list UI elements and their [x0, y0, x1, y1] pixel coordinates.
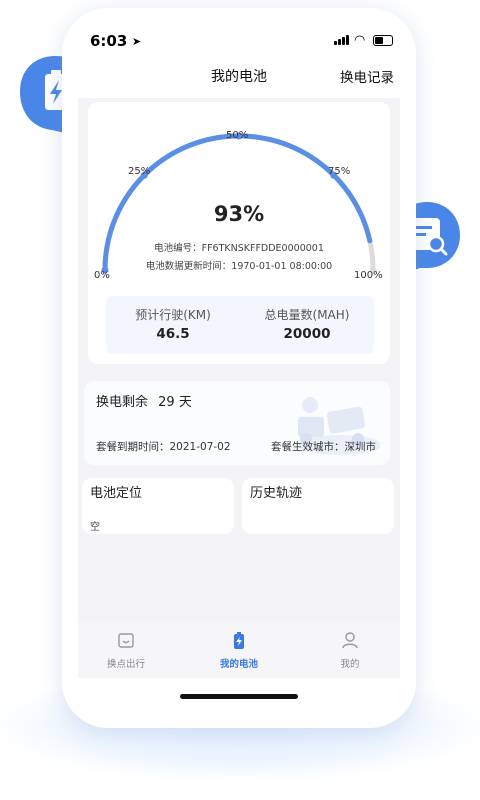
exchange-records-link[interactable]: 换电记录 — [340, 66, 394, 86]
tab-my-battery-label: 我的电池 — [219, 659, 258, 670]
battery-location-title: 电池定位 — [90, 486, 143, 501]
exchange-remaining-value: 29 天 — [158, 395, 192, 410]
history-track-title: 历史轨迹 — [250, 486, 303, 501]
battery-update-time: 电池数据更新时间：1970-01-01 08:00:00 — [145, 261, 333, 272]
stat-range: 预计行驶(KM) 46.5 — [106, 306, 240, 342]
main-content: 0% 25% 50% 75% 100% 93% 电池编号：FF6TKNSKFFD… — [78, 98, 400, 622]
plan-city: 套餐生效城市：深圳市 — [271, 441, 376, 453]
stat-range-value: 46.5 — [156, 326, 190, 342]
tab-bar: 换点出行 我的电池 我的 — [78, 622, 400, 678]
battery-stats: 预计行驶(KM) 46.5 总电量数(MAH) 20000 — [106, 296, 374, 354]
location-arrow-icon: ➤ — [132, 35, 142, 48]
exchange-remaining-label: 换电剩余 — [96, 395, 149, 410]
stat-capacity-label: 总电量数(MAH) — [264, 308, 350, 322]
tab-exchange-travel-label: 换点出行 — [106, 659, 145, 670]
nav-bar: 我的电池 换电记录 — [62, 64, 416, 94]
plan-expire-date: 套餐到期时间：2021-07-02 — [96, 441, 231, 453]
battery-gauge-card: 0% 25% 50% 75% 100% 93% 电池编号：FF6TKNSKFFD… — [88, 102, 390, 364]
tick-label-75: 75% — [328, 166, 351, 177]
battery-serial: 电池编号：FF6TKNSKFFDDE0000001 — [154, 243, 324, 254]
battery-icon — [234, 632, 244, 649]
tick-label-25: 25% — [128, 166, 151, 177]
status-bar: 6:03 ➤ ◠ — [62, 8, 416, 66]
user-icon — [342, 632, 358, 649]
home-indicator — [180, 694, 298, 699]
stat-capacity-value: 20000 — [283, 326, 331, 342]
battery-status-icon — [373, 35, 393, 46]
stat-range-label: 预计行驶(KM) — [135, 308, 211, 322]
signal-icon — [334, 35, 350, 45]
store-icon — [118, 633, 134, 648]
status-time: 6:03 — [90, 32, 128, 50]
battery-location-card[interactable]: 电池定位 空 — [82, 478, 234, 534]
battery-location-value: 空 — [90, 522, 100, 533]
exchange-remaining: 换电剩余 29 天 — [96, 391, 192, 410]
tab-mine-label: 我的 — [340, 659, 360, 670]
tab-mine[interactable]: 我的 — [310, 630, 390, 670]
exchange-plan-card[interactable]: 换电剩余 29 天 套餐到期时间：2021-07-02 套餐生效城市：深圳市 — [84, 381, 390, 465]
tab-my-battery[interactable]: 我的电池 — [199, 630, 279, 670]
stat-capacity: 总电量数(MAH) 20000 — [240, 306, 374, 342]
wifi-icon: ◠ — [354, 33, 366, 48]
phone-frame: 6:03 ➤ ◠ 我的电池 换电记录 0% 25% 50% 75% 100% 9… — [62, 8, 416, 728]
history-track-card[interactable]: 历史轨迹 — [242, 478, 394, 534]
battery-percentage: 93% — [213, 202, 265, 226]
tab-exchange-travel[interactable]: 换点出行 — [86, 630, 166, 670]
tick-label-50: 50% — [226, 130, 249, 141]
